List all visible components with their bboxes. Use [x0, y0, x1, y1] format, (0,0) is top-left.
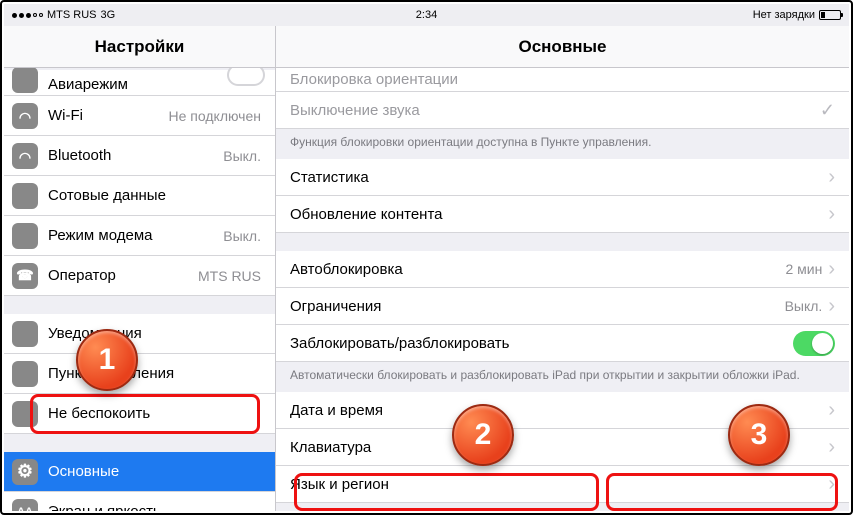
sidebar-item-carrier[interactable]: Оператор MTS RUS [4, 256, 275, 296]
sidebar-item-bluetooth[interactable]: Bluetooth Выкл. [4, 136, 275, 176]
highlight-2 [294, 473, 599, 511]
sidebar-item-label: Экран и яркость [48, 503, 261, 511]
carrier-label: MTS RUS [47, 9, 97, 21]
check-icon: ✓ [820, 100, 835, 121]
sidebar-item-general[interactable]: Основные [4, 452, 275, 492]
row-content-refresh[interactable]: Обновление контента › [276, 196, 849, 233]
chevron-right-icon: › [828, 295, 835, 318]
sidebar-item-control-center[interactable]: Пункт управления [4, 354, 275, 394]
hotspot-icon [12, 223, 38, 249]
row-statistics[interactable]: Статистика › [276, 159, 849, 196]
sidebar-item-hotspot[interactable]: Режим модема Выкл. [4, 216, 275, 256]
sidebar-item-value: Выкл. [223, 148, 261, 164]
display-icon [12, 499, 38, 512]
detail-title: Основные [276, 26, 849, 68]
row-orientation-lock[interactable]: Блокировка ориентации [276, 68, 849, 92]
callout-3: 3 [728, 404, 790, 466]
row-autolock[interactable]: Автоблокировка 2 мин › [276, 251, 849, 288]
highlight-3 [606, 473, 838, 511]
highlight-1 [30, 394, 260, 434]
signal-dots-icon [12, 13, 43, 18]
sidebar-item-value: Не подключен [169, 108, 261, 124]
callout-1: 1 [76, 329, 138, 391]
network-label: 3G [101, 9, 116, 21]
chevron-right-icon: › [828, 203, 835, 226]
sidebar-item-label: Wi-Fi [48, 107, 169, 124]
sidebar-item-notifications[interactable]: Уведомления [4, 314, 275, 354]
chevron-right-icon: › [828, 258, 835, 281]
notifications-icon [12, 321, 38, 347]
sidebar-item-cellular[interactable]: Сотовые данные [4, 176, 275, 216]
sidebar-item-label: Сотовые данные [48, 187, 261, 204]
battery-text: Нет зарядки [753, 9, 815, 21]
sidebar-item-label: Основные [48, 463, 261, 480]
cellular-icon [12, 183, 38, 209]
footer-note: Функция блокировки ориентации доступна в… [276, 129, 849, 159]
sidebar-item-value: MTS RUS [198, 268, 261, 284]
row-restrictions[interactable]: Ограничения Выкл. › [276, 288, 849, 325]
gear-icon [12, 459, 38, 485]
wifi-icon [12, 103, 38, 129]
sidebar-item-label: Режим модема [48, 227, 223, 244]
battery-icon [819, 10, 841, 20]
sidebar-item-label: Уведомления [48, 325, 261, 342]
chevron-right-icon: › [828, 166, 835, 189]
sidebar-item-display[interactable]: Экран и яркость [4, 492, 275, 511]
control-center-icon [12, 361, 38, 387]
bluetooth-icon [12, 143, 38, 169]
chevron-right-icon: › [828, 436, 835, 459]
airplane-switch[interactable] [227, 68, 265, 86]
settings-sidebar: Настройки Авиарежим Wi-Fi Не подключен B… [4, 26, 276, 511]
footer-note: Автоматически блокировать и разблокирова… [276, 362, 849, 392]
phone-icon [12, 263, 38, 289]
sidebar-title: Настройки [4, 26, 275, 68]
lock-unlock-toggle[interactable] [793, 331, 835, 356]
sidebar-item-value: Выкл. [223, 228, 261, 244]
sidebar-item-airplane[interactable]: Авиарежим [4, 70, 275, 96]
status-bar: MTS RUS 3G 2:34 Нет зарядки [4, 4, 849, 26]
clock-label: 2:34 [262, 9, 591, 21]
sidebar-item-label: Оператор [48, 267, 198, 284]
chevron-right-icon: › [828, 399, 835, 422]
row-mute[interactable]: Выключение звука ✓ [276, 92, 849, 129]
sidebar-item-wifi[interactable]: Wi-Fi Не подключен [4, 96, 275, 136]
sidebar-item-label: Bluetooth [48, 147, 223, 164]
callout-2: 2 [452, 404, 514, 466]
airplane-icon [12, 68, 38, 93]
row-lock-unlock[interactable]: Заблокировать/разблокировать [276, 325, 849, 362]
